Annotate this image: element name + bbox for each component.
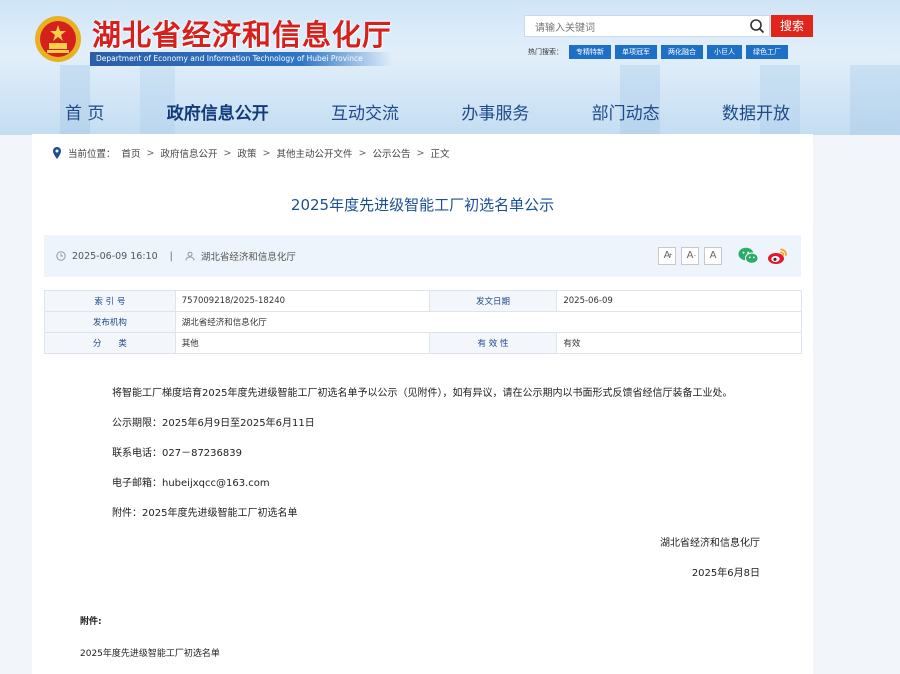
table-cell-key: 有 效 性 xyxy=(428,332,558,354)
font-size-controls: A + A- A xyxy=(658,247,722,265)
signature: 湖北省经济和信息化厅 xyxy=(660,538,760,549)
main-nav: 首 页 政府信息公开 互动交流 办事服务 部门动态 数据开放 xyxy=(45,98,810,130)
table-cell-value: 其他 xyxy=(174,332,430,354)
sign-date: 2025年6月8日 xyxy=(691,568,760,579)
breadcrumb-item[interactable]: 政府信息公开 xyxy=(161,146,218,160)
font-decrease-button[interactable]: A- xyxy=(681,247,699,265)
hot-tag[interactable]: 单项冠军 xyxy=(615,45,657,59)
share-buttons xyxy=(738,246,788,266)
chevron-right-icon: > xyxy=(223,147,232,159)
article-source: 湖北省经济和信息化厅 xyxy=(200,252,296,263)
weibo-icon[interactable] xyxy=(767,246,788,266)
attachment-heading: 附件: xyxy=(80,617,102,627)
contact-email: 电子邮箱：hubeijxqcc@163.com xyxy=(112,478,270,489)
attachment-link[interactable]: 2025年度先进级智能工厂初选名单 xyxy=(80,646,220,659)
breadcrumb-item[interactable]: 政策 xyxy=(237,146,256,160)
user-icon xyxy=(185,251,195,261)
table-row: 分 类 其他 有 效 性 有效 xyxy=(44,332,802,354)
table-cell-key: 分 类 xyxy=(44,332,176,354)
search-input[interactable] xyxy=(525,18,755,39)
table-cell-key: 发文日期 xyxy=(428,290,558,312)
nav-gov-info[interactable]: 政府信息公开 xyxy=(147,98,289,130)
location-pin-icon xyxy=(53,147,61,159)
breadcrumb-item[interactable]: 首页 xyxy=(122,146,141,160)
breadcrumb: 当前位置： 首页 > 政府信息公开 > 政策 > 其他主动公开文件 > 公示公告… xyxy=(52,146,449,160)
intro-paragraph: 将智能工厂梯度培育2025年度先进级智能工厂初选名单予以公示（见附件），如有异议… xyxy=(112,388,733,399)
font-increase-button[interactable]: A + xyxy=(658,247,676,265)
national-emblem-icon xyxy=(35,16,81,62)
hot-search-label: 热门搜索： xyxy=(528,48,563,56)
publish-date: 2025-06-09 16:10 xyxy=(72,250,158,262)
attachment-note: 附件：2025年度先进级智能工厂初选名单 xyxy=(112,508,298,519)
wechat-icon[interactable] xyxy=(738,246,759,266)
search-button[interactable]: 搜索 xyxy=(771,15,813,37)
chevron-right-icon: > xyxy=(262,147,271,159)
hot-tag[interactable]: 专精特新 xyxy=(569,45,611,59)
breadcrumb-item[interactable]: 其他主动公开文件 xyxy=(276,146,352,160)
contact-phone: 联系电话：027－87236839 xyxy=(112,448,242,459)
chevron-right-icon: > xyxy=(416,147,425,159)
hot-tag[interactable]: 绿色工厂 xyxy=(746,45,788,59)
hot-tag[interactable]: 小巨人 xyxy=(707,45,742,59)
nav-home[interactable]: 首 页 xyxy=(45,98,124,130)
search-icon[interactable] xyxy=(749,18,765,34)
search-box xyxy=(524,15,770,39)
table-row: 索 引 号 757009218/2025-18240 发文日期 2025-06-… xyxy=(44,290,802,312)
table-cell-value: 2025-06-09 xyxy=(556,290,802,312)
article-meta: 2025-06-09 16:10 | 湖北省经济和信息化厅 xyxy=(56,235,296,277)
content-panel: 当前位置： 首页 > 政府信息公开 > 政策 > 其他主动公开文件 > 公示公告… xyxy=(32,134,813,674)
meta-divider: | xyxy=(169,250,173,262)
notice-period: 公示期限：2025年6月9日至2025年6月11日 xyxy=(112,418,315,429)
table-cell-key: 索 引 号 xyxy=(44,290,176,312)
nav-department-news[interactable]: 部门动态 xyxy=(572,98,680,130)
font-default-button[interactable]: A xyxy=(704,247,722,265)
article-body: 将智能工厂梯度培育2025年度先进级智能工厂初选名单予以公示（见附件），如有异议… xyxy=(90,384,760,583)
clock-icon xyxy=(56,251,66,261)
table-cell-value: 有效 xyxy=(556,332,802,354)
article-title: 2025年度先进级智能工厂初选名单公示 xyxy=(290,196,555,214)
breadcrumb-label: 当前位置： xyxy=(68,149,116,160)
table-row: 发布机构 湖北省经济和信息化厅 xyxy=(44,311,803,333)
article-meta-bar: 2025-06-09 16:10 | 湖北省经济和信息化厅 A + A- A xyxy=(44,235,801,277)
info-table: 索 引 号 757009218/2025-18240 发文日期 2025-06-… xyxy=(44,290,803,354)
site-title[interactable]: 湖北省经济和信息化厅 xyxy=(92,12,392,54)
nav-services[interactable]: 办事服务 xyxy=(441,98,549,130)
table-cell-key: 发布机构 xyxy=(44,311,176,333)
hot-search: 热门搜索： 专精特新 单项冠军 两化融合 小巨人 绿色工厂 xyxy=(528,45,788,59)
site-subtitle: Department of Economy and Information Te… xyxy=(90,52,392,66)
table-cell-value: 湖北省经济和信息化厅 xyxy=(174,311,803,333)
nav-open-data[interactable]: 数据开放 xyxy=(702,98,810,130)
hot-tag[interactable]: 两化融合 xyxy=(661,45,703,59)
breadcrumb-item[interactable]: 公示公告 xyxy=(372,146,410,160)
chevron-right-icon: > xyxy=(146,147,155,159)
chevron-right-icon: > xyxy=(358,147,367,159)
site-header: 湖北省经济和信息化厅 Department of Economy and Inf… xyxy=(0,0,900,135)
table-cell-value: 757009218/2025-18240 xyxy=(174,290,430,312)
breadcrumb-item-current: 正文 xyxy=(430,149,450,160)
nav-interaction[interactable]: 互动交流 xyxy=(311,98,419,130)
